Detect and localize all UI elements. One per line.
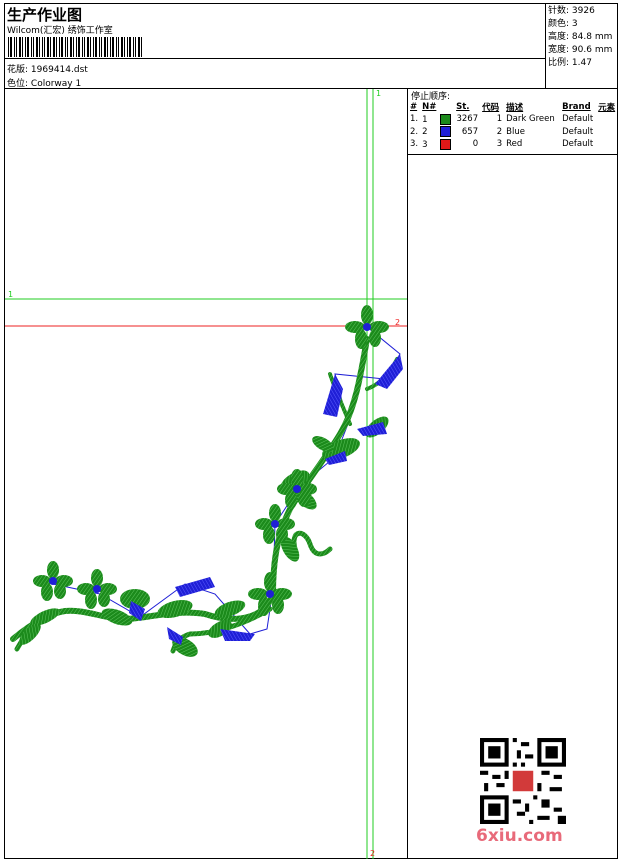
row-element (597, 138, 618, 151)
bud (220, 629, 255, 641)
col-header: N# (422, 102, 437, 112)
table-row: 3. 3 0 3 Red Default (409, 138, 618, 151)
embroidery-design-canvas: 1 1 2 2 (5, 89, 407, 859)
table-row: 1. 1 3267 1 Dark Green Default (409, 113, 618, 126)
row-index: 2. (410, 126, 419, 137)
col-header: 元素 (598, 103, 616, 113)
vine-curl-right (291, 530, 333, 557)
row-number: 1 (421, 113, 455, 126)
col-header: # (410, 102, 418, 112)
row-needle: 3 (422, 139, 428, 150)
qr-code-image (480, 738, 566, 824)
flower-left-2 (33, 561, 73, 601)
flower-left-1 (77, 569, 117, 609)
row-element (597, 126, 618, 139)
design-file-label: 花版: (7, 65, 29, 75)
design-stats: 针数: 3926 颜色: 3 高度: 84.8 mm 宽度: 90.6 mm 比… (548, 5, 612, 70)
stat-stitches: 针数: 3926 (548, 6, 595, 16)
row-brand: Default (562, 126, 594, 137)
leaf (101, 608, 133, 626)
color-swatch-icon (439, 113, 451, 125)
row-stitches: 0 (472, 139, 479, 150)
col-header: Brand (562, 102, 591, 112)
stamp-icon (512, 770, 534, 792)
stat-colors: 颜色: 3 (548, 19, 578, 29)
row-brand: Default (562, 114, 594, 125)
row-needle: 2 (422, 127, 428, 138)
barcode-image (8, 37, 142, 57)
guide-label-v2: 2 (370, 849, 375, 858)
row-description: Dark Green (506, 114, 555, 125)
row-stitches: 3267 (456, 114, 479, 125)
col-header: 代码 (482, 103, 500, 113)
row-stitches: 657 (461, 126, 479, 137)
leaves (19, 416, 389, 657)
colorway-label: 色位: (7, 79, 29, 89)
bud (375, 354, 403, 389)
stat-height: 高度: 84.8 mm (548, 32, 613, 42)
company-subtitle: Wilcom(汇宏) 绣饰工作室 (7, 26, 113, 36)
row-description: Blue (506, 126, 525, 137)
guide-label-h1: 1 (8, 290, 13, 299)
col-header: St. (456, 102, 470, 112)
stop-sequence-table: # N# St. 代码 描述 Brand 元素 1. 1 3267 1 Dark Gre… (409, 101, 618, 151)
row-element (597, 113, 618, 126)
design-file-line: 花版: 1969414.dst (7, 62, 88, 75)
stat-width: 宽度: 90.6 mm (548, 45, 613, 55)
colorway-line: 色位: Colorway 1 (7, 76, 81, 89)
row-index: 3. (410, 139, 419, 150)
design-file-value: 1969414.dst (30, 65, 88, 75)
row-code: 1 (496, 114, 503, 125)
row-number: 2 (421, 126, 455, 139)
row-code: 3 (496, 139, 503, 150)
col-header: 描述 (506, 103, 524, 113)
leaf (157, 599, 193, 619)
guide-label-h2: 2 (395, 318, 400, 327)
colorway-value: Colorway 1 (30, 79, 82, 89)
table-row: 2. 2 657 2 Blue Default (409, 126, 618, 139)
row-needle: 1 (422, 114, 428, 125)
color-swatch-icon (439, 126, 451, 138)
stat-scale: 比例: 1.47 (548, 58, 592, 68)
row-code: 2 (496, 126, 503, 137)
bud (175, 577, 215, 597)
header-divider (4, 58, 546, 59)
table-header-row: # N# St. 代码 描述 Brand 元素 (409, 101, 618, 113)
row-number: 3 (421, 138, 455, 151)
row-index: 1. (410, 114, 419, 125)
site-watermark: 6xiu.com (476, 826, 563, 846)
row-brand: Default (562, 139, 594, 150)
row-description: Red (506, 139, 523, 150)
color-swatch-icon (439, 138, 451, 150)
page-title: 生产作业图 (7, 6, 83, 24)
guide-label-v1: 1 (376, 89, 381, 98)
